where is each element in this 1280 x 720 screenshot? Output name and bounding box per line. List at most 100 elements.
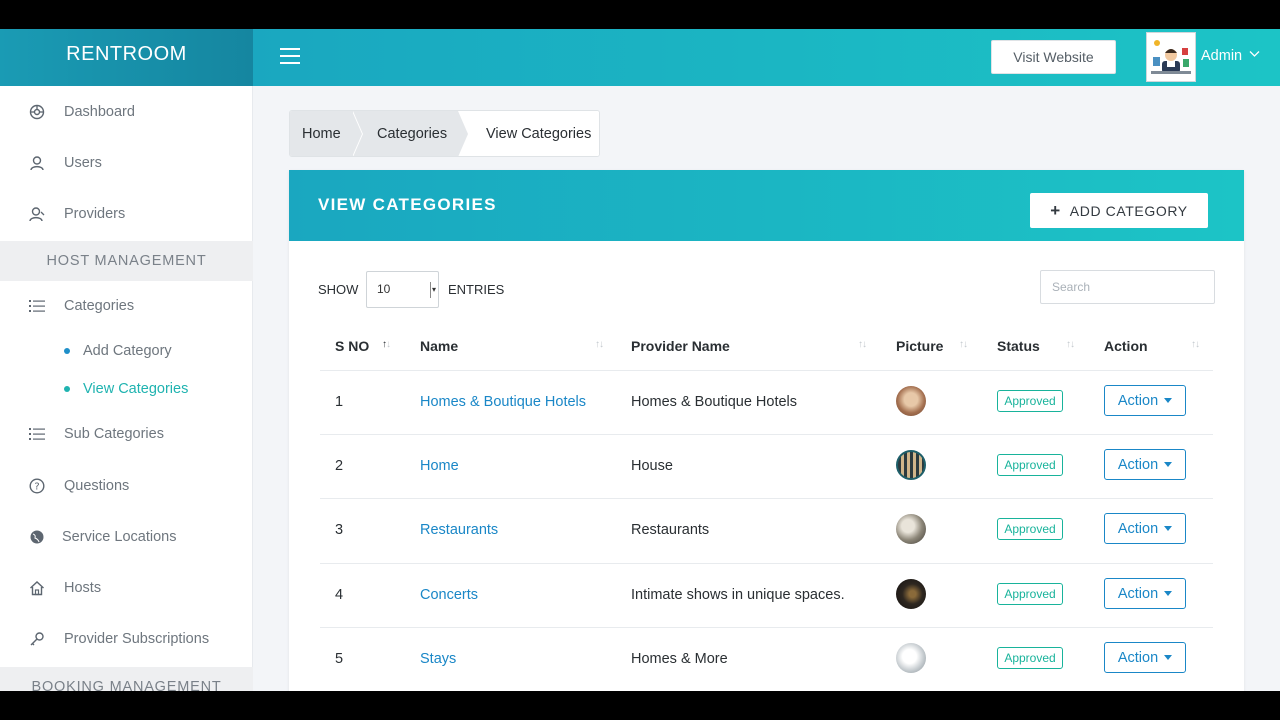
sort-icon[interactable]: ↑↓ [959,339,968,350]
cell-name-link[interactable]: Homes & Boutique Hotels [420,394,586,410]
select-caret-icon: ▾ [430,282,436,298]
avatar[interactable] [1146,32,1196,82]
caret-down-icon [1164,655,1173,660]
sort-icon[interactable]: ↑↓ [382,339,391,350]
sidebar-item-users[interactable]: Users [0,143,253,183]
action-dropdown-button[interactable]: Action [1104,642,1186,673]
entries-select[interactable]: 10 ▾ [366,271,439,308]
sidebar-item-categories[interactable]: Categories [0,286,253,326]
action-dropdown-button[interactable]: Action [1104,385,1186,416]
sort-icon[interactable]: ↑↓ [595,339,604,350]
status-badge: Approved [997,518,1063,540]
home-icon [28,579,46,597]
categories-card: VIEW CATEGORIES + ADD CATEGORY SHOW 10 ▾… [289,170,1244,691]
cell-sno: 4 [335,587,344,603]
sidebar-subitem-view-categories[interactable]: View Categories [0,374,253,404]
sidebar-subitem-add-category[interactable]: Add Category [0,336,253,366]
column-header-sno[interactable]: S NO [335,338,369,354]
section-host-management: HOST MANAGEMENT [0,241,253,281]
breadcrumb-label: Categories [377,125,448,142]
sidebar-subitem-label: View Categories [83,381,189,397]
dashboard-icon [28,103,46,121]
sidebar-item-dashboard[interactable]: Dashboard [0,92,253,132]
visit-website-button[interactable]: Visit Website [991,40,1116,74]
page-title: VIEW CATEGORIES [318,195,497,214]
sidebar-item-hosts[interactable]: Hosts [0,568,253,608]
sidebar-item-questions[interactable]: ? Questions [0,466,253,506]
category-picture [896,579,926,609]
hamburger-menu-icon[interactable] [280,48,300,64]
breadcrumb: Home Categories View Categories [289,110,600,157]
user-name[interactable]: Admin [1201,48,1242,64]
show-label: SHOW [318,282,359,297]
cell-sno: 5 [335,651,344,667]
row-divider [320,434,1213,435]
svg-text:?: ? [34,482,39,493]
cell-name-link[interactable]: Concerts [420,587,478,603]
sidebar-item-service-locations[interactable]: Service Locations [0,517,253,557]
providers-icon [28,205,46,223]
category-picture [896,514,926,544]
column-header-action[interactable]: Action [1104,338,1148,354]
search-input[interactable]: Search [1040,270,1215,304]
category-picture [896,386,926,416]
cell-provider: Restaurants [631,522,710,538]
bullet-icon [64,386,70,392]
sidebar-item-label: Service Locations [62,529,177,545]
caret-down-icon [1164,462,1173,467]
entries-label: ENTRIES [448,282,505,297]
status-badge: Approved [997,583,1063,605]
cell-provider: Homes & Boutique Hotels [631,394,798,410]
row-divider [320,627,1213,628]
breadcrumb-view-categories: View Categories [458,111,599,156]
column-header-status[interactable]: Status [997,338,1040,354]
sidebar-item-label: Sub Categories [64,426,164,442]
breadcrumb-categories[interactable]: Categories [352,111,469,156]
list-icon [28,425,46,443]
action-label: Action [1117,456,1159,473]
sidebar-subitem-label: Add Category [83,343,172,359]
sidebar-item-label: Questions [64,478,130,494]
sort-icon[interactable]: ↑↓ [858,339,867,350]
sidebar-item-label: Provider Subscriptions [64,631,210,647]
brand-logo[interactable]: RENTROOM [0,29,253,86]
column-header-name[interactable]: Name [420,338,458,354]
chevron-down-icon[interactable] [1249,49,1260,61]
action-label: Action [1117,520,1159,537]
action-dropdown-button[interactable]: Action [1104,449,1186,480]
cell-sno: 2 [335,458,344,474]
sidebar-item-label: Dashboard [64,104,135,120]
avatar-illustration-icon [1147,33,1195,81]
sort-icon[interactable]: ↑↓ [1191,339,1200,350]
cell-name-link[interactable]: Stays [420,651,456,667]
entries-value: 10 [377,282,391,296]
question-icon: ? [28,477,46,495]
sidebar-item-provider-subscriptions[interactable]: Provider Subscriptions [0,619,253,659]
cell-provider: Intimate shows in unique spaces. [631,587,845,603]
sidebar-item-providers[interactable]: Providers [0,194,253,234]
category-picture [896,450,926,480]
caret-down-icon [1164,526,1173,531]
cell-name-link[interactable]: Home [420,458,459,474]
caret-down-icon [1164,591,1173,596]
list-icon [28,297,46,315]
add-category-button[interactable]: + ADD CATEGORY [1030,193,1208,228]
breadcrumb-label: View Categories [486,125,592,142]
cell-name-link[interactable]: Restaurants [420,522,498,538]
topbar: Visit Website Admin [253,29,1280,86]
key-icon [28,630,46,648]
breadcrumb-home[interactable]: Home [290,111,363,156]
status-badge: Approved [997,454,1063,476]
action-dropdown-button[interactable]: Action [1104,513,1186,544]
action-dropdown-button[interactable]: Action [1104,578,1186,609]
action-label: Action [1117,649,1159,666]
sidebar-item-sub-categories[interactable]: Sub Categories [0,414,253,454]
user-icon [28,154,46,172]
sort-icon[interactable]: ↑↓ [1066,339,1075,350]
action-label: Action [1117,392,1159,409]
column-header-picture[interactable]: Picture [896,338,943,354]
category-picture [896,643,926,673]
column-header-provider-name[interactable]: Provider Name [631,338,730,354]
add-category-label: ADD CATEGORY [1069,202,1188,219]
sidebar-item-label: Hosts [64,580,102,596]
